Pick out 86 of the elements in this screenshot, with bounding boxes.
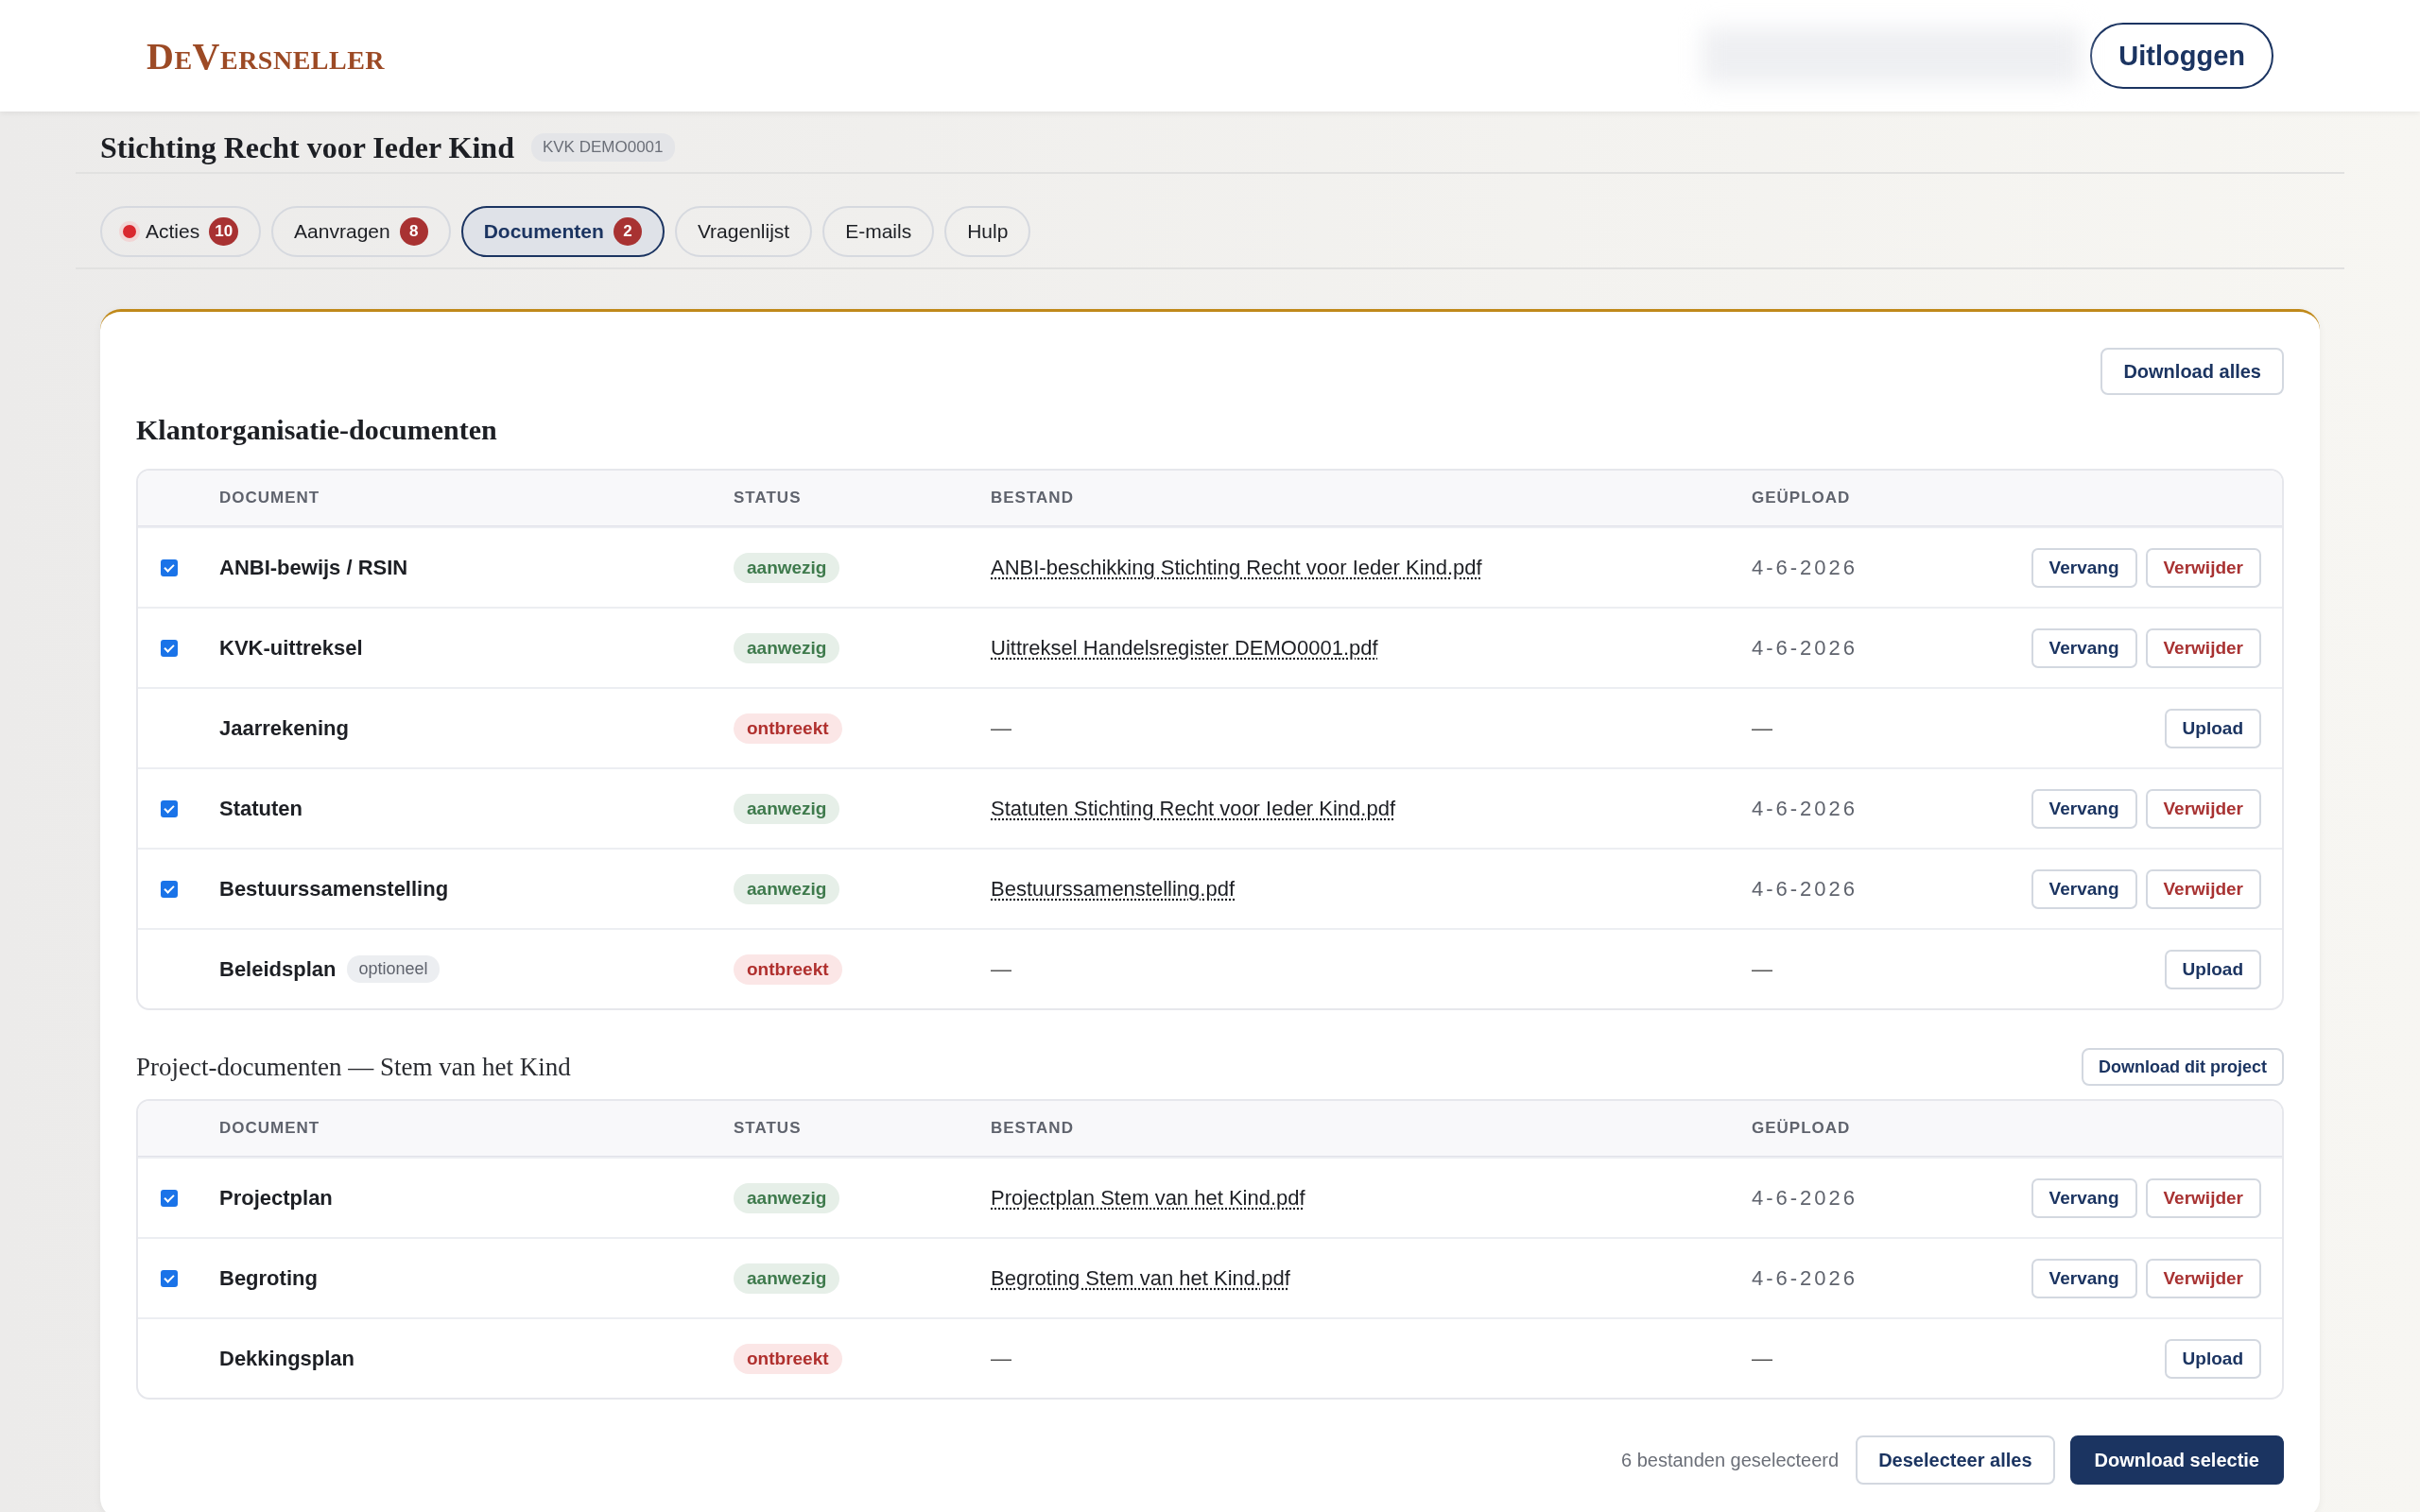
empty-dash: — bbox=[991, 715, 1011, 741]
selection-count: 6 bestanden geselecteerd bbox=[1620, 1449, 1840, 1471]
checkbox[interactable] bbox=[161, 880, 178, 898]
upload-button[interactable]: Upload bbox=[2164, 1338, 2261, 1379]
replace-button[interactable]: Vervang bbox=[2031, 627, 2137, 668]
delete-button[interactable]: Verwijder bbox=[2145, 788, 2261, 829]
delete-button[interactable]: Verwijder bbox=[2145, 1177, 2261, 1218]
checkbox[interactable] bbox=[161, 799, 178, 817]
checkbox[interactable] bbox=[161, 1189, 178, 1207]
tab[interactable]: Aanvragen 8 bbox=[271, 206, 451, 257]
empty-dash: — bbox=[991, 956, 1011, 982]
organization-name: Stichting Recht voor Ieder Kind bbox=[100, 129, 514, 165]
document-name: KVK-uittreksel bbox=[219, 635, 363, 661]
document-name: Beleidsplan bbox=[219, 956, 337, 982]
replace-button[interactable]: Vervang bbox=[2031, 1258, 2137, 1298]
status-badge: aanwezig bbox=[734, 873, 840, 904]
upload-date: 4-6-2026 bbox=[1752, 1185, 1858, 1211]
upload-button[interactable]: Upload bbox=[2164, 708, 2261, 748]
empty-dash: — bbox=[991, 1346, 1011, 1371]
count-badge: 2 bbox=[613, 217, 642, 246]
column-header: GEÜPLOAD bbox=[1752, 489, 1852, 507]
file-link[interactable]: Begroting Stem van het Kind.pdf bbox=[991, 1265, 1290, 1291]
file-link[interactable]: Bestuurssamenstelling.pdf bbox=[991, 876, 1236, 902]
section-title: Klantorganisatie-documenten bbox=[136, 414, 497, 446]
column-header: BESTAND bbox=[991, 489, 1075, 507]
status-badge: aanwezig bbox=[734, 1182, 840, 1213]
replace-button[interactable]: Vervang bbox=[2031, 547, 2137, 588]
replace-button[interactable]: Vervang bbox=[2031, 788, 2137, 829]
upload-date: 4-6-2026 bbox=[1752, 796, 1858, 821]
download-selection-button[interactable]: Download selectie bbox=[2069, 1435, 2284, 1485]
count-badge: 10 bbox=[209, 217, 239, 246]
status-badge: ontbreekt bbox=[734, 713, 842, 744]
status-badge: aanwezig bbox=[734, 1263, 840, 1294]
column-header: STATUS bbox=[734, 1119, 803, 1138]
document-name: Jaarrekening bbox=[219, 715, 349, 741]
logo[interactable]: DeVersneller bbox=[147, 33, 386, 78]
file-link[interactable]: Statuten Stichting Recht voor Ieder Kind.pdf bbox=[991, 796, 1396, 821]
checkbox[interactable] bbox=[161, 639, 178, 657]
status-badge: ontbreekt bbox=[734, 1343, 842, 1374]
section-title: Project-documenten — Stem van het Kind bbox=[136, 1052, 571, 1082]
column-header: DOCUMENT bbox=[219, 1119, 321, 1138]
document-name: Projectplan bbox=[219, 1185, 333, 1211]
delete-button[interactable]: Verwijder bbox=[2145, 868, 2261, 909]
tab[interactable]: Hulp bbox=[944, 206, 1031, 257]
document-name: Dekkingsplan bbox=[219, 1346, 355, 1371]
file-link[interactable]: ANBI-beschikking Stichting Recht voor Ieder Kind.pdf bbox=[991, 555, 1482, 580]
upload-date: 4-6-2026 bbox=[1752, 1265, 1858, 1291]
status-badge: ontbreekt bbox=[734, 954, 842, 985]
replace-button[interactable]: Vervang bbox=[2031, 1177, 2137, 1218]
empty-dash: — bbox=[1752, 1346, 1772, 1371]
tab[interactable]: Vragenlijst bbox=[674, 206, 813, 257]
tab[interactable]: Acties 10 bbox=[100, 206, 262, 257]
deselect-button[interactable]: Deselecteer alles bbox=[1856, 1435, 2055, 1485]
tab[interactable]: Documenten 2 bbox=[460, 206, 665, 257]
tab[interactable]: E-mails bbox=[822, 206, 935, 257]
download-button[interactable]: Download dit project bbox=[2082, 1048, 2284, 1086]
column-header: GEÜPLOAD bbox=[1752, 1119, 1852, 1138]
delete-button[interactable]: Verwijder bbox=[2145, 627, 2261, 668]
column-header: STATUS bbox=[734, 489, 803, 507]
optional-tag: optioneel bbox=[347, 955, 440, 983]
checkbox[interactable] bbox=[161, 1269, 178, 1287]
column-header: BESTAND bbox=[991, 1119, 1075, 1138]
empty-dash: — bbox=[1752, 956, 1772, 982]
document-name: ANBI-bewijs / RSIN bbox=[219, 555, 408, 580]
status-badge: aanwezig bbox=[734, 552, 840, 583]
replace-button[interactable]: Vervang bbox=[2031, 868, 2137, 909]
upload-date: 4-6-2026 bbox=[1752, 635, 1858, 661]
upload-button[interactable]: Upload bbox=[2164, 949, 2261, 989]
logout-button[interactable]: Uitloggen bbox=[2090, 23, 2273, 89]
count-badge: 8 bbox=[399, 217, 428, 246]
checkbox[interactable] bbox=[161, 558, 178, 576]
delete-button[interactable]: Verwijder bbox=[2145, 1258, 2261, 1298]
upload-date: 4-6-2026 bbox=[1752, 555, 1858, 580]
status-badge: aanwezig bbox=[734, 793, 840, 824]
empty-dash: — bbox=[1752, 715, 1772, 741]
file-link[interactable]: Projectplan Stem van het Kind.pdf bbox=[991, 1185, 1305, 1211]
status-badge: aanwezig bbox=[734, 632, 840, 663]
document-name: Bestuurssamenstelling bbox=[219, 876, 449, 902]
delete-button[interactable]: Verwijder bbox=[2145, 547, 2261, 588]
document-name: Statuten bbox=[219, 796, 302, 821]
registration-badge: KVK DEMO0001 bbox=[530, 133, 675, 162]
upload-date: 4-6-2026 bbox=[1752, 876, 1858, 902]
download-button[interactable]: Download alles bbox=[2100, 348, 2284, 395]
column-header: DOCUMENT bbox=[219, 489, 321, 507]
file-link[interactable]: Uittreksel Handelsregister DEMO0001.pdf bbox=[991, 635, 1378, 661]
document-name: Begroting bbox=[219, 1265, 318, 1291]
